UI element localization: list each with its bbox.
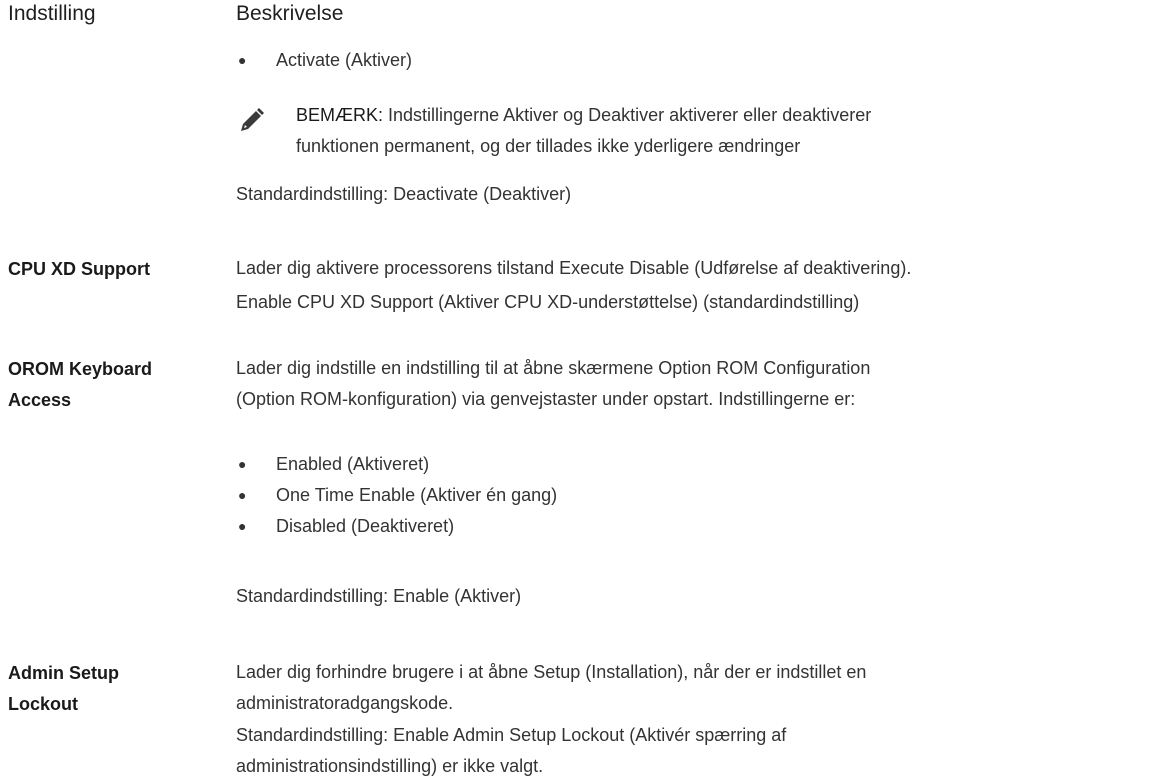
bullet-icon: ● [238,487,247,503]
column-header-setting: Indstilling [8,2,96,25]
option-disabled: Disabled (Deaktiveret) [276,516,455,536]
column-header-description: Beskrivelse [236,2,344,25]
bullet-icon: ● [238,518,247,534]
option-one-time-enable: One Time Enable (Aktiver én gang) [276,485,558,505]
setting-name-admin-lockout-line1: Admin Setup [8,663,119,683]
default-value-text: Standardindstilling: Deactivate (Deaktiv… [236,184,572,204]
description-line: Lader dig forhindre brugere i at åbne Se… [236,662,867,682]
default-value-text: Standardindstilling: Enable (Aktiver) [236,586,522,606]
default-value-text: administrationsindstilling) er ikke valg… [236,756,544,776]
note-line-2: funktionen permanent, og der tillades ik… [296,136,801,156]
list-item: ● One Time Enable (Aktiver én gang) [236,482,557,509]
bullet-icon: ● [238,52,247,68]
option-activate: Activate (Aktiver) [276,50,413,70]
note-line-1: BEMÆRK: Indstillingerne Aktiver og Deakt… [296,100,871,130]
setting-name-orom-line2: Access [8,390,72,410]
description-line: Enable CPU XD Support (Aktiver CPU XD-un… [236,292,860,312]
list-item: ● Enabled (Aktiveret) [236,451,429,478]
list-item: ● Disabled (Deaktiveret) [236,513,454,540]
note-label: BEMÆRK: [296,105,384,125]
description-line: Lader dig indstille en indstilling til a… [236,358,871,378]
pencil-note-icon [241,108,264,131]
description-line: administratoradgangskode. [236,693,454,713]
default-value-text: Standardindstilling: Enable Admin Setup … [236,725,787,745]
setting-name-orom-line1: OROM Keyboard [8,359,153,379]
bios-settings-document: Indstilling Beskrivelse ● Activate (Aktiv… [0,0,1153,784]
setting-name-admin-lockout-line2: Lockout [8,694,78,714]
note-text-1: Indstillingerne Aktiver og Deaktiver akt… [383,105,872,125]
setting-name-cpu-xd: CPU XD Support [8,259,150,279]
description-line: (Option ROM-konfiguration) via genvejsta… [236,389,856,409]
description-line: Lader dig aktivere processorens tilstand… [236,258,912,278]
option-enabled: Enabled (Aktiveret) [276,454,430,474]
list-item: ● Activate (Aktiver) [236,47,412,74]
bullet-icon: ● [238,456,247,472]
